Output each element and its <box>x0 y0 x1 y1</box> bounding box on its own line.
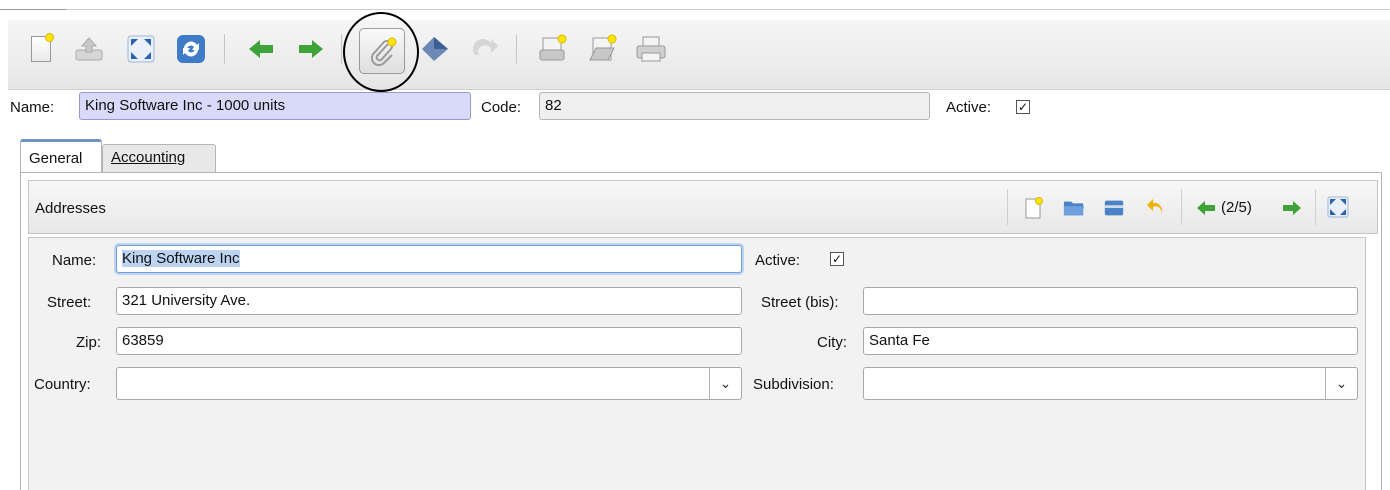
street-bis-label: Street (bis): <box>761 294 839 311</box>
address-active-label: Active: <box>755 252 801 269</box>
report-icon[interactable] <box>536 32 570 66</box>
address-name-label: Name: <box>52 252 97 269</box>
action-icon[interactable] <box>418 32 452 66</box>
country-label: Country: <box>34 376 91 393</box>
email-icon[interactable] <box>586 32 620 66</box>
address-form <box>28 237 1366 490</box>
highlight-circle <box>343 12 419 92</box>
address-name-value: King Software Inc <box>122 250 240 267</box>
toolbar-separator <box>341 34 342 64</box>
address-active-checkbox[interactable]: ✓ <box>830 252 844 266</box>
subdivision-dropdown-icon[interactable]: ⌄ <box>1325 368 1357 399</box>
tab-general[interactable]: General <box>20 139 102 173</box>
zip-field[interactable]: 63859 <box>116 327 742 355</box>
save-icon[interactable] <box>72 32 106 66</box>
addresses-title: Addresses <box>35 200 106 217</box>
tab-accounting[interactable]: Accounting <box>102 144 216 173</box>
reload-icon[interactable] <box>174 32 208 66</box>
toolbar-separator <box>224 34 225 64</box>
header-separator <box>1315 189 1316 225</box>
header-separator <box>1007 189 1008 225</box>
open-folder-icon[interactable] <box>1063 197 1085 219</box>
subdivision-label: Subdivision: <box>753 376 834 393</box>
name-label: Name: <box>10 99 55 116</box>
name-field[interactable]: King Software Inc - 1000 units <box>79 92 471 120</box>
switch-view-icon[interactable] <box>124 32 158 66</box>
next-record-icon[interactable] <box>1281 197 1303 219</box>
active-label: Active: <box>946 99 992 116</box>
record-pager: (2/5) <box>1221 199 1252 216</box>
active-checkbox[interactable]: ✓ <box>1016 100 1030 114</box>
top-tab-edge <box>0 9 66 10</box>
new-record-icon[interactable] <box>1023 197 1045 219</box>
street-label: Street: <box>47 294 92 311</box>
addresses-header: Addresses (2/5) <box>28 180 1378 234</box>
toolbar-separator <box>516 34 517 64</box>
previous-icon[interactable] <box>244 32 278 66</box>
switch-view-small-icon[interactable] <box>1327 196 1349 218</box>
print-icon[interactable] <box>634 32 668 66</box>
city-field[interactable]: Santa Fe <box>863 327 1358 355</box>
country-select[interactable]: ⌄ <box>116 367 742 400</box>
subdivision-select[interactable]: ⌄ <box>863 367 1358 400</box>
street-field[interactable]: 321 University Ave. <box>116 287 742 315</box>
code-field[interactable]: 82 <box>539 92 930 120</box>
next-icon[interactable] <box>294 32 328 66</box>
city-label: City: <box>817 334 847 351</box>
country-dropdown-icon[interactable]: ⌄ <box>709 368 741 399</box>
zip-label: Zip: <box>76 334 102 351</box>
tab-accounting-label: Accounting <box>111 149 186 166</box>
new-icon[interactable] <box>24 32 58 66</box>
header-separator <box>1181 189 1182 225</box>
undo-icon[interactable] <box>1143 197 1165 219</box>
delete-record-icon[interactable] <box>1103 197 1125 219</box>
relate-icon[interactable] <box>468 32 502 66</box>
code-label: Code: <box>481 99 522 116</box>
street-bis-field[interactable] <box>863 287 1358 315</box>
previous-record-icon[interactable] <box>1195 197 1217 219</box>
main-toolbar <box>8 20 1390 90</box>
tab-general-label: General <box>29 150 83 167</box>
address-name-field[interactable]: King Software Inc <box>116 245 742 273</box>
top-divider <box>0 9 1390 10</box>
